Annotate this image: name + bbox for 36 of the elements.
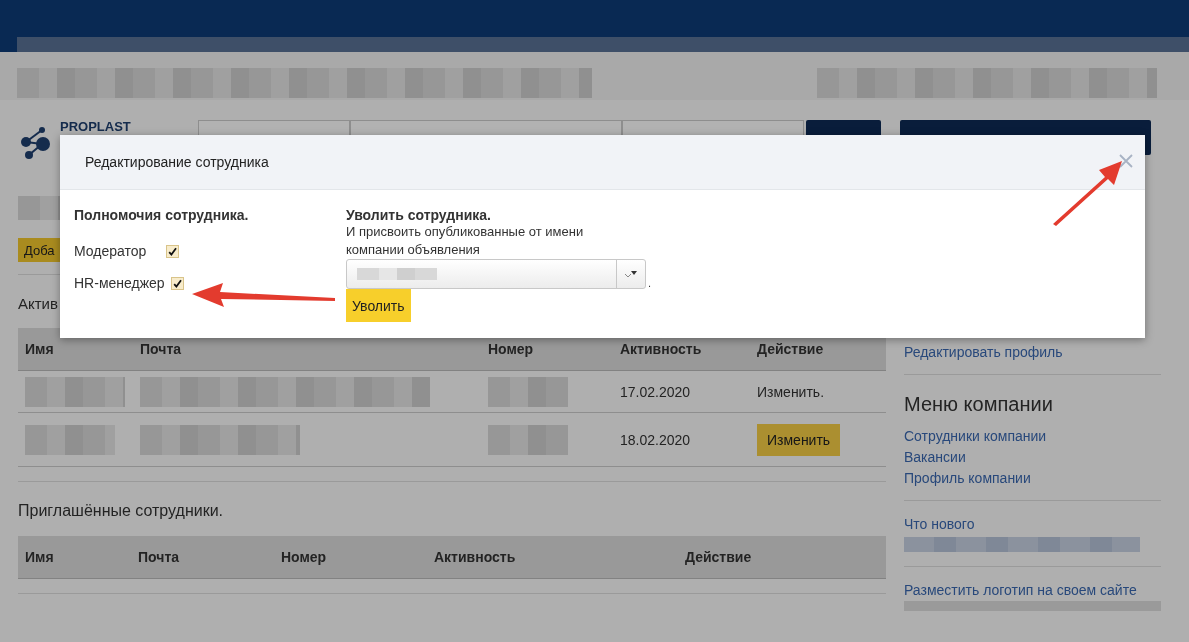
logo-text: PROPLAST <box>60 120 131 133</box>
close-icon[interactable] <box>1119 154 1133 168</box>
section-heading: Актив <box>18 295 58 312</box>
modal-title: Редактирование сотрудника <box>85 154 269 170</box>
column-header: Действие <box>685 549 753 565</box>
column-header: Действие <box>757 341 825 357</box>
menu-heading: Меню компании <box>904 393 1053 416</box>
checkbox[interactable] <box>170 276 184 290</box>
period-text: . <box>648 277 652 289</box>
logo-link[interactable]: Разместить логотип на своем сайте <box>904 582 1137 598</box>
profile-link[interactable]: Редактировать профиль <box>904 344 1063 360</box>
dropdown-icon <box>624 269 638 279</box>
menu-link[interactable]: Вакансии <box>904 449 1047 465</box>
column-header: Имя <box>25 549 55 565</box>
column-header: Номер <box>488 341 535 357</box>
menu-link[interactable]: Профиль компании <box>904 470 1047 486</box>
news-link[interactable]: Что нового <box>904 516 975 532</box>
column-header: Номер <box>281 549 328 565</box>
column-header: Почта <box>138 549 181 565</box>
edit-link[interactable]: Изменить. <box>757 383 825 400</box>
description-text: И присвоить опубликованные от имени компании объявления <box>346 223 585 259</box>
section-heading: Приглашённые сотрудники. <box>18 502 224 520</box>
edit-button[interactable]: Изменить <box>757 423 841 456</box>
permission-label: HR-менеджер <box>74 275 165 291</box>
column-header: Имя <box>25 341 55 357</box>
table-cell-text: 17.02.2020 <box>620 383 692 400</box>
menu-link[interactable]: Сотрудники компании <box>904 428 1047 444</box>
checkbox[interactable] <box>166 244 180 258</box>
table-cell-text: 18.02.2020 <box>620 431 692 448</box>
section-heading: Полномочия сотрудника. <box>74 207 250 223</box>
column-header: Активность <box>620 341 703 357</box>
column-header: Почта <box>140 341 183 357</box>
column-header: Активность <box>434 549 517 565</box>
section-heading: Уволить сотрудника. <box>346 207 492 223</box>
employee-select[interactable] <box>346 259 646 289</box>
dismiss-button[interactable]: Уволить <box>346 289 411 322</box>
